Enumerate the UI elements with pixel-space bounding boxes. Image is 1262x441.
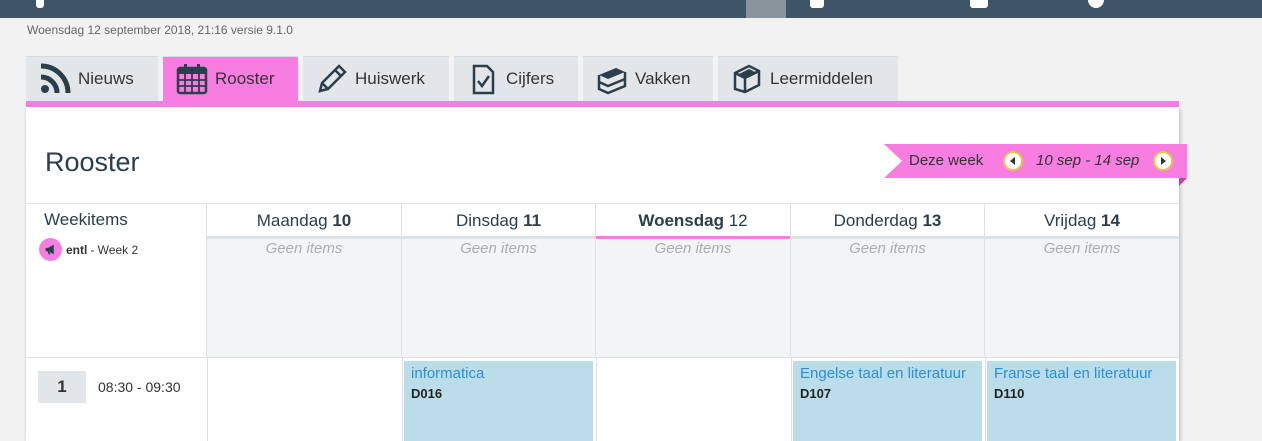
tab-label: Huiswerk xyxy=(355,69,425,88)
weekitem-code: entl xyxy=(66,242,88,257)
tab-label: Nieuws xyxy=(78,69,134,88)
tab-label: Vakken xyxy=(635,69,691,88)
day-header[interactable]: Donderdag 13 xyxy=(791,204,984,239)
lesson-room: D107 xyxy=(800,386,832,401)
hour-number: 1 xyxy=(38,371,86,403)
column-divider xyxy=(985,357,986,441)
previous-week-button[interactable] xyxy=(1003,151,1023,171)
page-title: Rooster xyxy=(45,147,140,177)
day-column-donderdag: Donderdag 13 Geen items xyxy=(791,204,985,357)
book-icon xyxy=(730,62,764,96)
version-info: Woensdag 12 september 2018, 21:16 versie… xyxy=(27,23,293,37)
day-items: Geen items xyxy=(985,239,1179,357)
top-bar-tab[interactable] xyxy=(746,0,786,18)
day-header[interactable]: Vrijdag 14 xyxy=(985,204,1179,239)
lesson-room: D016 xyxy=(411,386,443,401)
day-column-woensdag: Woensdag 12 Geen items xyxy=(596,204,791,357)
day-name: Woensdag xyxy=(638,211,724,230)
weekitems-title: Weekitems xyxy=(44,210,128,229)
lesson-block[interactable]: Franse taal en literatuur D110 xyxy=(987,361,1176,441)
weekitem-text: - Week 2 xyxy=(90,242,139,257)
lesson-block[interactable]: informatica D016 xyxy=(404,361,593,441)
hour-time: 08:30 - 09:30 xyxy=(98,379,181,395)
chevron-left-icon xyxy=(1010,157,1015,165)
day-number: 11 xyxy=(523,211,542,230)
lesson-subject[interactable]: informatica xyxy=(411,365,586,382)
day-name: Donderdag xyxy=(833,211,918,230)
column-divider xyxy=(402,357,403,441)
message-icon[interactable] xyxy=(970,0,988,8)
next-week-button[interactable] xyxy=(1153,151,1173,171)
weekitems-column: Weekitems entl - Week 2 xyxy=(26,204,207,357)
day-number: 10 xyxy=(332,211,352,230)
top-bar xyxy=(0,0,1262,18)
hour-row-divider xyxy=(26,357,1179,358)
lesson-subject[interactable]: Engelse taal en literatuur xyxy=(800,365,975,382)
top-menu-icon[interactable] xyxy=(36,0,44,8)
day-column-vrijdag: Vrijdag 14 Geen items xyxy=(985,204,1179,357)
tab-cijfers[interactable]: Cijfers xyxy=(454,56,578,101)
tab-label: Rooster xyxy=(215,69,275,88)
week-label: Deze week xyxy=(909,152,984,169)
megaphone-icon xyxy=(39,238,62,261)
day-name: Dinsdag xyxy=(455,211,519,230)
day-column-maandag: Maandag 10 Geen items xyxy=(207,204,402,357)
schedule-panel: Rooster Deze week 10 sep - 14 sep Weekit… xyxy=(26,107,1187,441)
day-header[interactable]: Woensdag 12 xyxy=(596,204,790,239)
pencil-icon xyxy=(315,62,349,96)
day-name: Vrijdag xyxy=(1044,211,1097,230)
day-header[interactable]: Dinsdag 11 xyxy=(402,204,595,239)
week-range: 10 sep - 14 sep xyxy=(1036,152,1140,169)
tab-vakken[interactable]: Vakken xyxy=(583,56,713,101)
week-navigator: Deze week 10 sep - 14 sep xyxy=(884,144,1187,186)
day-number: 12 xyxy=(728,211,748,230)
day-name: Maandag xyxy=(256,211,328,230)
chevron-right-icon xyxy=(1161,157,1166,165)
user-icon[interactable] xyxy=(810,0,824,8)
week-ribbon-fold xyxy=(1179,178,1187,186)
lesson-block[interactable]: Engelse taal en literatuur D107 xyxy=(793,361,982,441)
lesson-subject[interactable]: Franse taal en literatuur xyxy=(994,365,1169,382)
rss-icon xyxy=(38,62,72,96)
day-items: Geen items xyxy=(207,239,401,357)
day-items: Geen items xyxy=(402,239,595,357)
tab-nieuws[interactable]: Nieuws xyxy=(26,56,158,101)
column-divider xyxy=(207,357,208,441)
checklist-icon xyxy=(466,62,500,96)
weekitem-entry[interactable]: entl - Week 2 xyxy=(39,238,138,261)
column-divider xyxy=(791,357,792,441)
calendar-icon xyxy=(175,62,209,96)
column-divider xyxy=(596,357,597,441)
day-header[interactable]: Maandag 10 xyxy=(207,204,401,239)
tab-label: Leermiddelen xyxy=(770,69,874,88)
tab-label: Cijfers xyxy=(506,69,555,88)
day-number: 13 xyxy=(922,211,942,230)
tab-leermiddelen[interactable]: Leermiddelen xyxy=(718,56,898,101)
day-number: 14 xyxy=(1101,211,1120,230)
help-icon[interactable] xyxy=(1088,0,1104,8)
tab-huiswerk[interactable]: Huiswerk xyxy=(303,56,449,101)
day-column-dinsdag: Dinsdag 11 Geen items xyxy=(402,204,596,357)
books-icon xyxy=(595,62,629,96)
lesson-room: D110 xyxy=(994,386,1025,401)
day-items: Geen items xyxy=(791,239,984,357)
day-items: Geen items xyxy=(596,239,790,357)
tab-rooster[interactable]: Rooster xyxy=(163,56,298,101)
